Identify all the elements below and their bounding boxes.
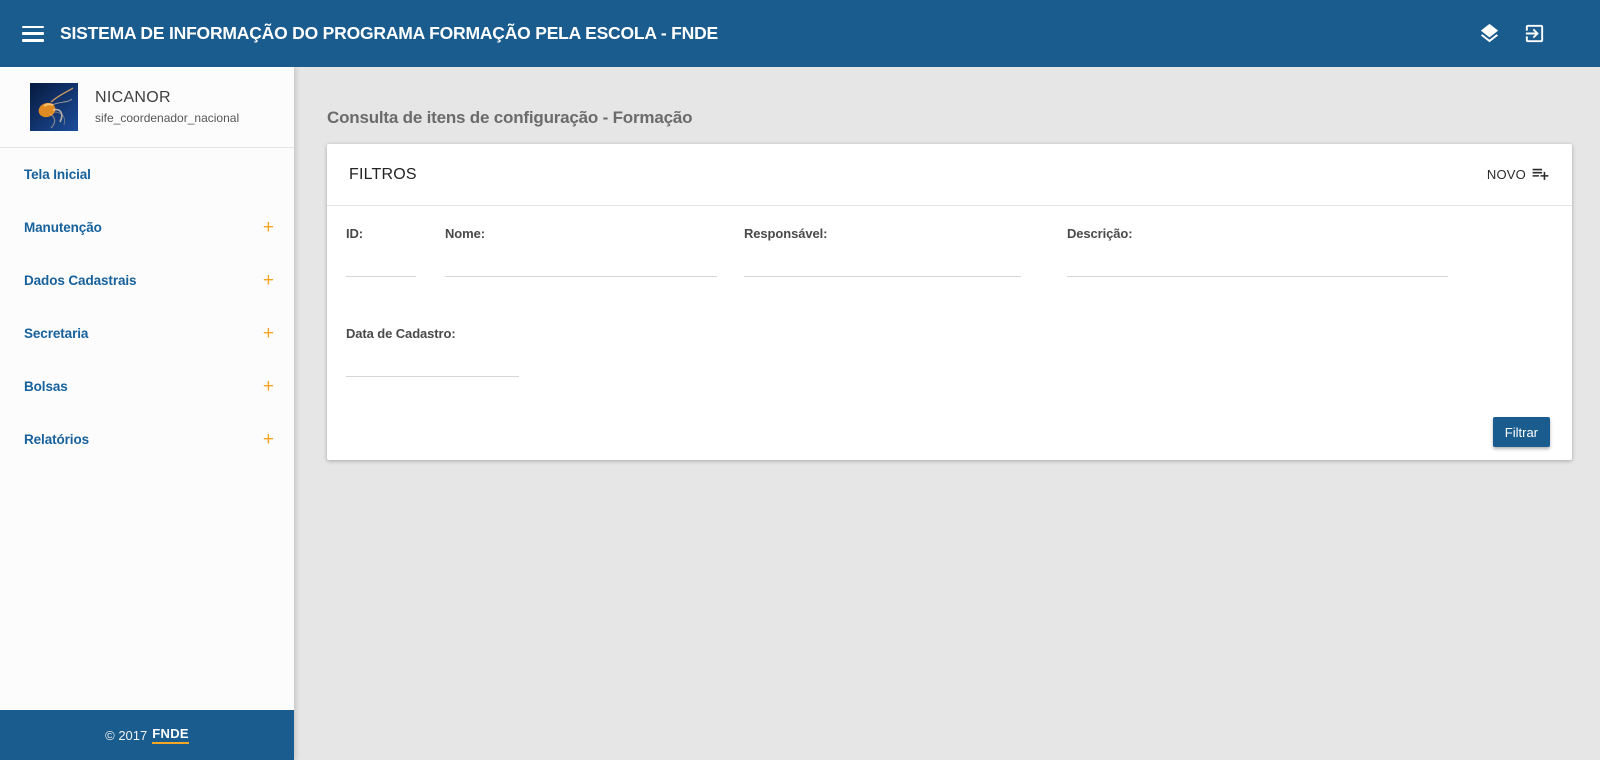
- filters-card-header: FILTROS NOVO: [327, 144, 1572, 206]
- responsavel-input[interactable]: [744, 263, 1021, 277]
- filter-field-nome: Nome:: [445, 226, 717, 277]
- sidebar-item-label: Dados Cadastrais: [24, 273, 136, 288]
- responsavel-label: Responsável:: [744, 226, 1021, 241]
- descricao-input[interactable]: [1067, 263, 1448, 277]
- sidebar-item-label: Manutenção: [24, 220, 102, 235]
- layers-icon[interactable]: [1478, 22, 1501, 45]
- user-block: NICANOR sife_coordenador_nacional: [0, 67, 294, 148]
- user-avatar: [30, 83, 78, 131]
- copyright-text: © 2017: [105, 728, 147, 743]
- top-app-bar: SISTEMA DE INFORMAÇÃO DO PROGRAMA FORMAÇ…: [0, 0, 1600, 67]
- data-cadastro-label: Data de Cadastro:: [346, 326, 519, 341]
- filtrar-button[interactable]: Filtrar: [1493, 417, 1550, 447]
- filter-field-data-cadastro: Data de Cadastro:: [346, 326, 519, 377]
- expand-plus-icon[interactable]: +: [263, 218, 274, 237]
- sidebar-footer: © 2017 FNDE: [0, 710, 294, 760]
- expand-plus-icon[interactable]: +: [263, 271, 274, 290]
- sidebar-item-label: Secretaria: [24, 326, 88, 341]
- hamburger-menu-icon[interactable]: [22, 26, 44, 42]
- fnde-link[interactable]: FNDE: [152, 726, 189, 744]
- id-label: ID:: [346, 226, 416, 241]
- filter-field-id: ID:: [346, 226, 416, 277]
- user-role: sife_coordenador_nacional: [95, 111, 239, 125]
- app-title: SISTEMA DE INFORMAÇÃO DO PROGRAMA FORMAÇ…: [60, 23, 718, 44]
- id-input[interactable]: [346, 263, 416, 277]
- novo-button[interactable]: NOVO: [1487, 164, 1550, 186]
- sidebar-item-label: Bolsas: [24, 379, 68, 394]
- playlist-add-icon: [1531, 164, 1550, 186]
- sidebar-item-tela-inicial[interactable]: Tela Inicial: [0, 148, 294, 201]
- data-cadastro-input[interactable]: [346, 363, 519, 377]
- filter-field-descricao: Descrição:: [1067, 226, 1448, 277]
- sidebar-nav: Tela Inicial Manutenção + Dados Cadastra…: [0, 148, 294, 466]
- sidebar-item-label: Tela Inicial: [24, 167, 91, 182]
- descricao-label: Descrição:: [1067, 226, 1448, 241]
- sidebar-item-label: Relatórios: [24, 432, 89, 447]
- page-title: Consulta de itens de configuração - Form…: [327, 108, 692, 128]
- topbar-actions: [1478, 22, 1546, 45]
- filter-field-responsavel: Responsável:: [744, 226, 1021, 277]
- filters-card: FILTROS NOVO ID: Nome: Responsável: Des: [327, 144, 1572, 460]
- expand-plus-icon[interactable]: +: [263, 430, 274, 449]
- user-info: NICANOR sife_coordenador_nacional: [95, 89, 239, 125]
- sidebar: NICANOR sife_coordenador_nacional Tela I…: [0, 67, 294, 760]
- sidebar-item-secretaria[interactable]: Secretaria +: [0, 307, 294, 360]
- sidebar-item-bolsas[interactable]: Bolsas +: [0, 360, 294, 413]
- sidebar-item-relatorios[interactable]: Relatórios +: [0, 413, 294, 466]
- sidebar-item-dados-cadastrais[interactable]: Dados Cadastrais +: [0, 254, 294, 307]
- sidebar-item-manutencao[interactable]: Manutenção +: [0, 201, 294, 254]
- user-name: NICANOR: [95, 89, 239, 107]
- expand-plus-icon[interactable]: +: [263, 324, 274, 343]
- nome-label: Nome:: [445, 226, 717, 241]
- novo-button-label: NOVO: [1487, 167, 1526, 182]
- expand-plus-icon[interactable]: +: [263, 377, 274, 396]
- main-content: Consulta de itens de configuração - Form…: [294, 67, 1600, 760]
- nome-input[interactable]: [445, 263, 717, 277]
- filters-title: FILTROS: [349, 166, 417, 184]
- exit-to-app-icon[interactable]: [1523, 22, 1546, 45]
